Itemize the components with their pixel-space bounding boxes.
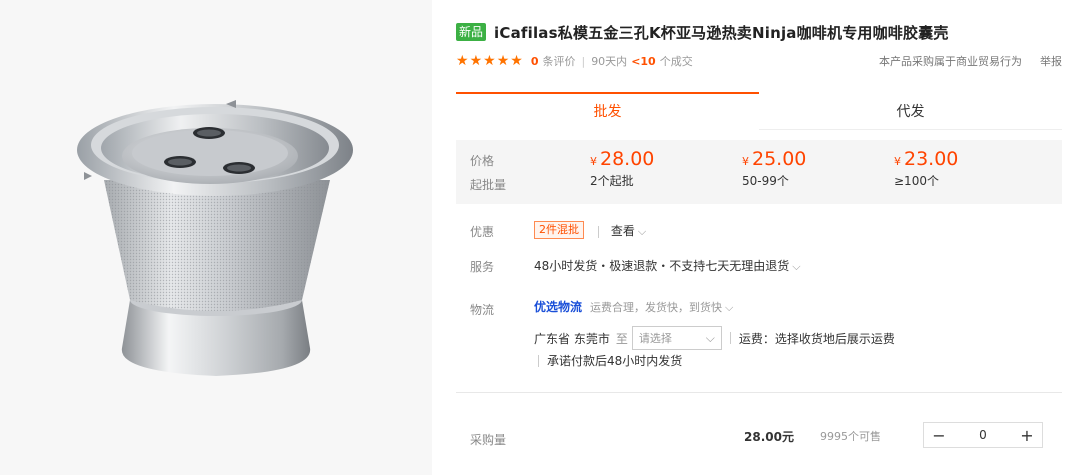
chevron-down-icon: ⌵ [725, 301, 734, 314]
unit-price: 28.00元 [744, 430, 794, 444]
promo-label: 优惠 [470, 225, 495, 239]
tab-dropship[interactable]: 代发 [759, 92, 1062, 130]
report-link[interactable]: 举报 [1040, 53, 1062, 69]
chevron-down-icon: ⌵ [637, 225, 647, 238]
destination-select[interactable]: 请选择 ⌵ [631, 326, 722, 350]
price-box: 价格 起批量 ¥28.00 2个起批 ¥25.00 50-99个 ¥23.00 … [456, 140, 1062, 204]
product-page: 新品 iCafilas私模五金三孔K杯亚马逊热卖Ninja咖啡机专用咖啡胶囊壳 … [0, 0, 1080, 475]
moq-label: 起批量 [470, 178, 507, 192]
star-icon: ★ [469, 53, 483, 69]
star-icon: ★ [456, 53, 469, 69]
star-rating: ★ ★ ★ ★ ★ [456, 54, 523, 68]
logistics-info[interactable]: 优选物流 运费合理，发货快，到货快 ⌵ [534, 298, 733, 315]
decrease-button[interactable]: − [924, 426, 954, 445]
promo-tag[interactable]: 2件混批 [534, 221, 584, 239]
star-icon: ★ [496, 53, 510, 69]
increase-button[interactable]: + [1012, 426, 1042, 445]
service-label: 服务 [470, 260, 495, 274]
tier-qty: 50-99个 [742, 174, 789, 188]
ship-promise-row: 承诺付款后48小时内发货 [538, 352, 682, 369]
rating-row: ★ ★ ★ ★ ★ 0 条评价 | 90天内 <10 个成交 本产品采购属于商业… [456, 52, 1062, 70]
service-text: 48小时发货・极速退款・不支持七天无理由退货 [534, 259, 790, 273]
deals-label: 个成交 [659, 55, 693, 68]
origin-location: 广东省 东莞市 [534, 331, 610, 346]
promo-view-label[interactable]: 查看 [611, 224, 635, 238]
product-info: 新品 iCafilas私模五金三孔K杯亚马逊热卖Ninja咖啡机专用咖啡胶囊壳 … [456, 0, 1062, 475]
product-title: iCafilas私模五金三孔K杯亚马逊热卖Ninja咖啡机专用咖啡胶囊壳 [494, 23, 949, 42]
freight-text: 运费：选择收货地后展示运费 [738, 331, 895, 346]
rating-right: 本产品采购属于商业贸易行为 举报 [879, 53, 1062, 69]
period-label: 90天内 [591, 55, 628, 68]
currency-symbol: ¥ [742, 155, 749, 168]
star-icon: ★ [510, 53, 523, 69]
to-label: 至 [615, 331, 628, 346]
product-image-panel[interactable] [0, 0, 432, 475]
commercial-note: 本产品采购属于商业贸易行为 [879, 55, 1022, 68]
quantity-stepper: − + [923, 422, 1043, 448]
quantity-label: 采购量 [470, 433, 507, 447]
review-label[interactable]: 条评价 [542, 53, 575, 69]
currency-symbol: ¥ [894, 155, 901, 168]
chevron-down-icon: ⌵ [792, 260, 801, 273]
tier-price: 25.00 [752, 148, 807, 170]
logistics-label: 物流 [470, 303, 495, 317]
deals-value: <10 [631, 54, 656, 68]
star-icon: ★ [483, 53, 496, 69]
product-image [77, 100, 353, 376]
logistics-desc: 运费合理，发货快，到货快 [590, 301, 723, 314]
divider: | [581, 54, 586, 68]
tab-wholesale[interactable]: 批发 [456, 92, 759, 130]
tier-qty: ≥100个 [894, 174, 939, 188]
purchase-tabs: 批发 代发 [456, 92, 1062, 130]
tier-price: 28.00 [600, 148, 655, 170]
chevron-down-icon: ⌵ [705, 330, 715, 345]
review-count[interactable]: 0 [531, 55, 539, 68]
divider [729, 332, 731, 344]
service-info[interactable]: 48小时发货・极速退款・不支持七天无理由退货 ⌵ [534, 257, 801, 274]
shipping-row: 广东省 东莞市 至 请选择 ⌵ 运费：选择收货地后展示运费 [534, 326, 895, 350]
currency-symbol: ¥ [590, 155, 597, 168]
title-row: 新品 iCafilas私模五金三孔K杯亚马逊热卖Ninja咖啡机专用咖啡胶囊壳 [456, 22, 949, 42]
price-label: 价格 [470, 154, 495, 168]
logistics-brand: 优选物流 [534, 300, 583, 314]
divider [538, 354, 539, 367]
stock-count: 9995个可售 [820, 430, 881, 443]
tier-price: 23.00 [904, 148, 959, 170]
destination-placeholder: 请选择 [638, 332, 672, 345]
ship-promise: 承诺付款后48小时内发货 [547, 354, 683, 368]
price-tier: ¥23.00 ≥100个 [894, 148, 958, 189]
section-divider [456, 392, 1062, 393]
price-tier: ¥28.00 2个起批 [590, 148, 654, 189]
new-badge: 新品 [456, 23, 487, 41]
quantity-input[interactable] [954, 428, 1012, 442]
divider [598, 225, 599, 238]
promo-view[interactable]: 查看 ⌵ [598, 222, 646, 239]
price-tier: ¥25.00 50-99个 [742, 148, 806, 189]
tier-qty: 2个起批 [590, 174, 634, 188]
